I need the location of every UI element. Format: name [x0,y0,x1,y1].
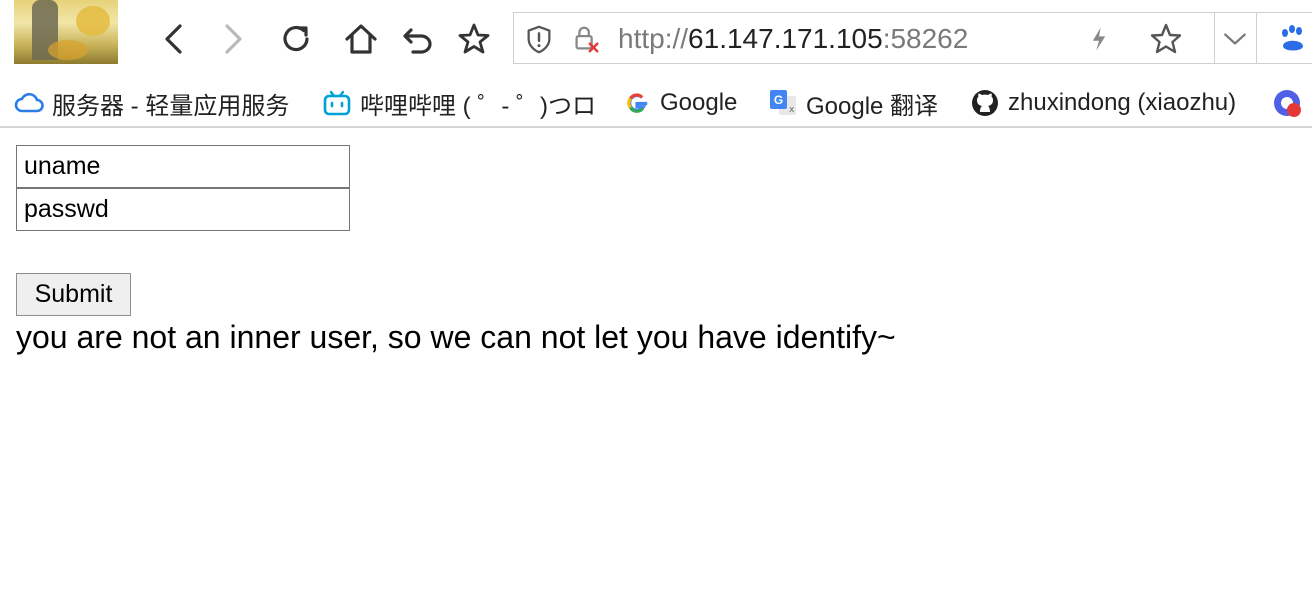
bookmark-label: Google 翻译 [806,92,939,120]
home-icon [345,24,377,54]
bookmark-item[interactable]: 哔哩哔哩 ( ゜- ゜)つロ [322,86,600,120]
divider [1256,13,1257,63]
favorites-button[interactable] [454,18,494,60]
submit-button[interactable]: Submit [16,273,131,316]
chevron-left-icon [165,24,182,54]
bookmark-label: zhuxindong (xiaozhu) [1008,89,1237,116]
lightning-icon[interactable] [1082,22,1116,56]
address-bar[interactable]: http://61.147.171.105:58262 [513,12,1312,64]
avatar-leaf [48,40,88,60]
svg-text:G: G [774,93,783,107]
chevron-down-icon[interactable] [1218,22,1252,56]
bookmark-item[interactable] [1272,86,1312,120]
undo-close-button[interactable] [398,18,438,60]
home-button[interactable] [341,18,381,60]
reload-button[interactable] [276,18,316,60]
chevron-right-icon [225,24,242,54]
bookmark-item[interactable]: Gx Google 翻译 [768,86,958,120]
cloud-icon [14,88,44,118]
google-icon [622,88,652,118]
google-translate-icon: Gx [768,88,798,118]
browser-toolbar: http://61.147.171.105:58262 [0,0,1312,78]
uname-input[interactable] [16,145,350,188]
insecure-lock-icon[interactable] [569,22,603,56]
svg-text:x: x [789,105,795,115]
bookmark-label: 服务器 - 轻量应用服务 [52,92,290,120]
forward-button[interactable] [212,18,252,60]
bookmark-item[interactable]: zhuxindong (xiaozhu) [970,86,1256,120]
extension-icon [1272,88,1302,118]
url-scheme: http:// [618,23,689,54]
user-avatar[interactable] [14,0,118,64]
github-icon [970,88,1000,118]
bookmark-item[interactable]: 服务器 - 轻量应用服务 [14,86,300,120]
divider [1214,13,1215,63]
shield-icon[interactable] [522,22,556,56]
url-port: :58262 [882,23,969,54]
bookmarks-bar: 服务器 - 轻量应用服务 哔哩哔哩 ( ゜- ゜)つロ Google Gx Go… [0,78,1312,128]
bookmark-label: 哔哩哔哩 ( ゜- ゜)つロ [360,92,596,120]
bookmark-label: Google [660,89,738,116]
reload-icon [283,25,309,52]
back-button[interactable] [155,18,195,60]
baidu-paw-icon[interactable] [1276,22,1310,56]
star-icon [458,23,490,54]
passwd-input[interactable] [16,188,350,231]
url-text[interactable]: http://61.147.171.105:58262 [618,23,968,55]
undo-icon [403,28,432,54]
url-host: 61.147.171.105 [688,23,883,54]
bilibili-icon [322,88,352,118]
bookmark-item[interactable]: Google [622,86,752,120]
bookmark-star-icon[interactable] [1149,22,1183,56]
login-form [16,145,350,231]
status-message: you are not an inner user, so we can not… [16,319,896,355]
avatar-leaf [76,6,110,36]
